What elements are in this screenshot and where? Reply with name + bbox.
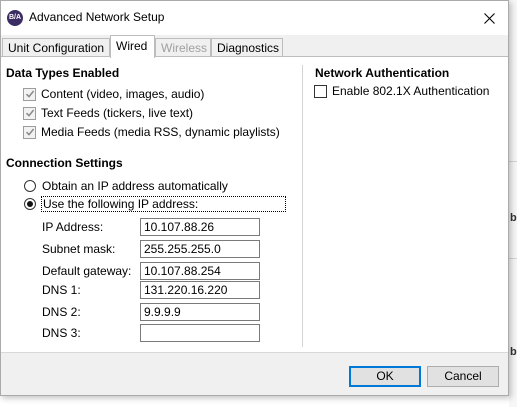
radio-button — [24, 198, 36, 210]
dns3-field[interactable] — [140, 324, 260, 342]
media-feeds-checkbox[interactable]: Media Feeds (media RSS, dynamic playlist… — [23, 125, 280, 139]
radio-label: Use the following IP address: — [41, 196, 286, 212]
network-authentication-heading: Network Authentication — [315, 66, 450, 80]
checkbox-box — [314, 84, 327, 98]
close-icon — [483, 12, 495, 24]
wired-tab-panel: Data Types Enabled Content (video, image… — [1, 56, 508, 353]
tab-wireless: Wireless — [155, 38, 211, 57]
checkbox-box — [23, 125, 36, 139]
background-text-fragment: b — [510, 346, 517, 358]
tab-wired[interactable]: Wired — [110, 35, 155, 58]
background-text-fragment: b — [510, 212, 517, 224]
checkbox-box — [23, 106, 36, 120]
title-bar: B/A Advanced Network Setup — [1, 1, 508, 35]
radio-selected-dot — [27, 201, 33, 207]
checkbox-box — [23, 87, 36, 101]
checkmark-icon — [25, 90, 34, 98]
default-gateway-label: Default gateway: — [42, 264, 132, 278]
ip-address-field[interactable]: 10.107.88.26 — [140, 218, 260, 236]
default-gateway-field[interactable]: 10.107.88.254 — [140, 262, 260, 280]
app-logo-icon: B/A — [7, 10, 23, 26]
radio-label: Obtain an IP address automatically — [42, 179, 228, 193]
radio-button — [24, 180, 36, 192]
window-title: Advanced Network Setup — [29, 10, 165, 24]
subnet-mask-field[interactable]: 255.255.255.0 — [140, 240, 260, 258]
dns1-label: DNS 1: — [42, 283, 81, 297]
subnet-mask-label: Subnet mask: — [42, 242, 116, 256]
close-button[interactable] — [471, 1, 507, 35]
dns1-field[interactable]: 131.220.16.220 — [140, 281, 260, 299]
background-divider — [509, 258, 517, 259]
column-divider — [302, 65, 303, 347]
checkbox-label: Content (video, images, audio) — [41, 87, 205, 101]
tab-unit-configuration[interactable]: Unit Configuration — [2, 38, 110, 57]
checkbox-label: Media Feeds (media RSS, dynamic playlist… — [41, 125, 280, 139]
content-checkbox[interactable]: Content (video, images, audio) — [23, 87, 204, 101]
dns2-label: DNS 2: — [42, 305, 81, 319]
enable-8021x-checkbox[interactable]: Enable 802.1X Authentication — [314, 84, 489, 98]
cancel-button[interactable]: Cancel — [427, 366, 499, 387]
advanced-network-setup-dialog: B/A Advanced Network Setup Unit Configur… — [0, 0, 509, 396]
tab-diagnostics[interactable]: Diagnostics — [211, 38, 283, 57]
checkbox-label: Text Feeds (tickers, live text) — [41, 106, 194, 120]
dns3-label: DNS 3: — [42, 326, 81, 340]
connection-settings-heading: Connection Settings — [6, 156, 123, 170]
checkmark-icon — [25, 128, 34, 136]
ip-address-label: IP Address: — [42, 220, 104, 234]
tab-strip: Unit Configuration Wired Wireless Diagno… — [1, 35, 508, 58]
background-divider — [509, 161, 517, 162]
obtain-ip-automatically-radio[interactable]: Obtain an IP address automatically — [24, 179, 228, 193]
use-following-ip-radio[interactable]: Use the following IP address: — [24, 196, 286, 212]
ok-button[interactable]: OK — [349, 366, 421, 387]
data-types-heading: Data Types Enabled — [6, 66, 120, 80]
checkbox-label: Enable 802.1X Authentication — [332, 84, 490, 98]
checkmark-icon — [25, 109, 34, 117]
text-feeds-checkbox[interactable]: Text Feeds (tickers, live text) — [23, 106, 193, 120]
dns2-field[interactable]: 9.9.9.9 — [140, 303, 260, 321]
